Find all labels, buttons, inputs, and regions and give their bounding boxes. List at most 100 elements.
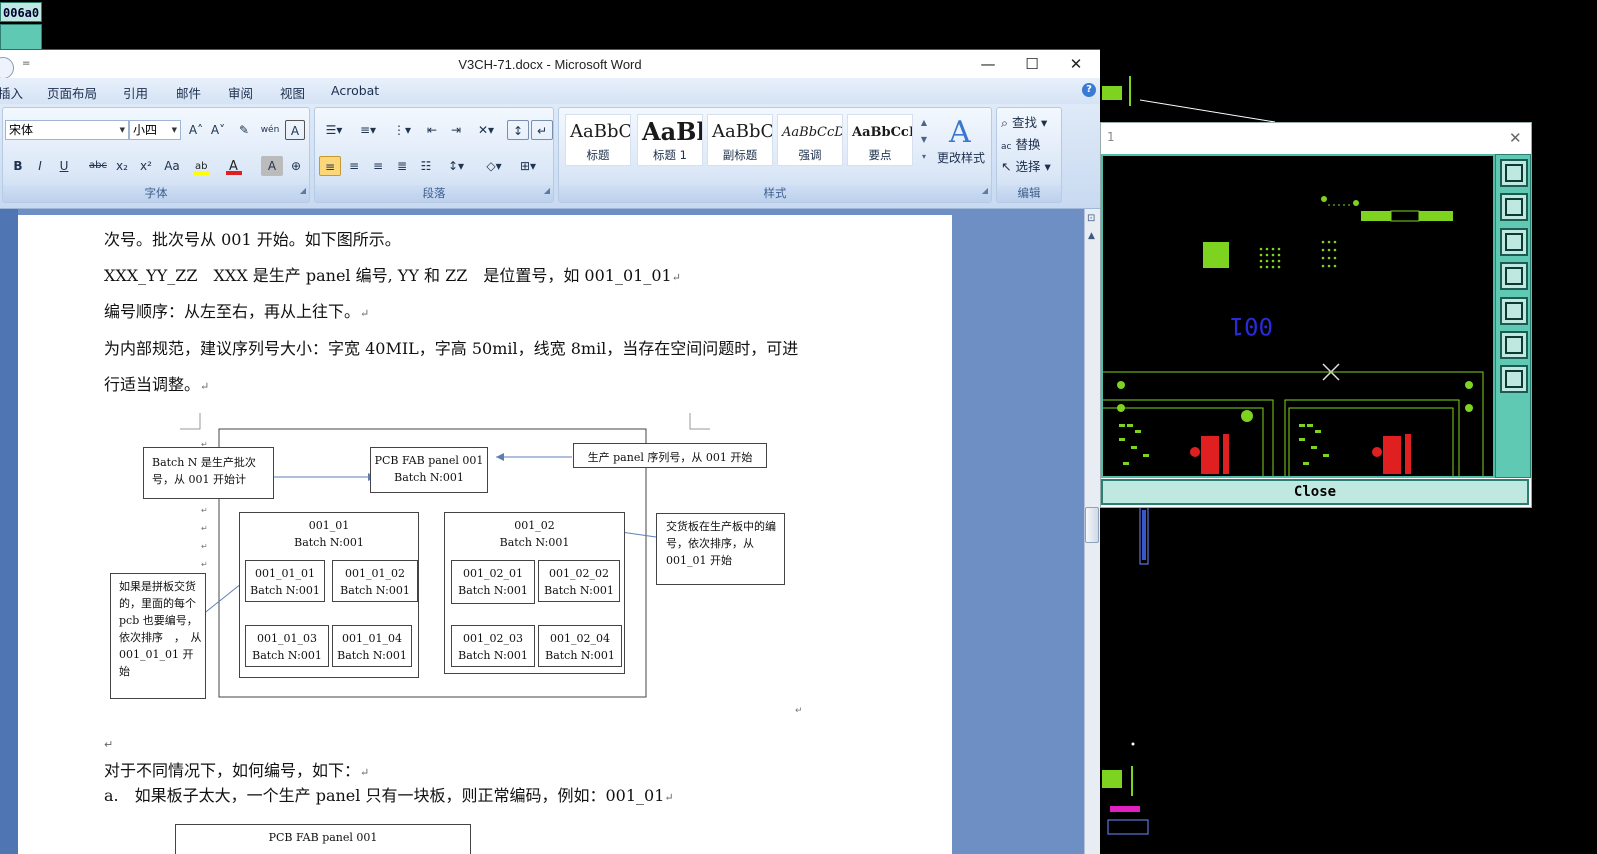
grow-font-button[interactable]: A˄ [185,120,207,140]
change-styles-button[interactable]: A 更改样式 [933,112,989,182]
tab-review[interactable]: 审阅 [228,83,253,102]
style-preview: AaBbC [570,121,631,142]
subscript-button[interactable]: x₂ [111,156,133,176]
style-emphasis[interactable]: AaBbCcD 强调 [777,114,843,166]
title-bar: = V3CH-71.docx - Microsoft Word — ☐ ✕ [0,49,1100,79]
sort-icon[interactable]: ↕ [507,120,529,140]
bold-button[interactable]: B [7,156,29,176]
justify-icon[interactable]: ≣ [391,156,413,176]
enclose-char-icon[interactable]: ⊕ [285,156,307,176]
dialog-launcher-icon[interactable]: ◢ [982,182,988,199]
style-subtitle[interactable]: AaBbC 副标题 [707,114,773,166]
style-heading-1[interactable]: AaBl 标题 1 [637,114,703,166]
char-shading-icon[interactable]: A [261,156,283,176]
pcb-box: 001_01_04 Batch N:001 [332,625,412,667]
pcb-note-box: 如果是拼板交货的，里面的每个 pcb 也要编号，依次排序 ， 从 001_01_… [110,573,206,699]
tab-acrobat[interactable]: Acrobat [331,83,379,98]
style-preview: AaBl [642,117,703,146]
underline-button[interactable]: U [53,156,75,176]
help-icon[interactable]: ? [1082,83,1096,97]
italic-button[interactable]: I [29,156,51,176]
phonetic-guide-icon[interactable]: wén [259,120,281,140]
change-case-button[interactable]: Aa [161,156,183,176]
zoom-in-icon[interactable] [1500,159,1528,187]
font-group: 宋体 ▼ 小四 ▼ A˄ A˅ ✎ wén A B I U abc x₂ x² Aa… [2,107,310,203]
doc-line-4: 为内部规范，建议序列号大小：字宽 40MIL，字高 50mil，线宽 8mil，… [104,339,799,358]
tab-references[interactable]: 引用 [123,83,148,102]
pan-left-icon[interactable] [1500,262,1528,290]
font-size-combo[interactable]: 小四 ▼ [129,120,181,140]
pcb-box: 001_02_01 Batch N:001 [451,560,535,604]
binoculars-icon: ⌕ [1001,115,1009,130]
increase-indent-icon[interactable]: ⇥ [445,120,467,140]
shrink-font-button[interactable]: A˅ [207,120,229,140]
style-strong[interactable]: AaBbCcD 要点 [847,114,913,166]
cad-close-icon[interactable]: ✕ [1509,129,1522,147]
tab-mailings[interactable]: 邮件 [176,83,201,102]
asian-layout-icon[interactable]: ✕▾ [471,120,501,140]
tab-insert[interactable]: 插入 [0,83,23,102]
panel-box: PCB FAB panel 001 Batch N:001 [370,447,488,493]
pcb-preview-drawing: 001 [1103,196,1484,476]
style-name: 标题 1 [653,148,687,162]
minimize-button[interactable]: — [966,50,1010,79]
zoom-fit-icon[interactable] [1500,331,1528,359]
scroll-up-icon[interactable]: ▲ [1088,231,1095,241]
dialog-launcher-icon[interactable]: ◢ [300,182,306,199]
doc-line-1: 次号。批次号从 001 开始。如下图所示。 [104,230,401,249]
tab-view[interactable]: 视图 [280,83,305,102]
close-button[interactable]: ✕ [1054,50,1098,79]
align-right-icon[interactable]: ≡ [367,156,389,176]
decrease-indent-icon[interactable]: ⇤ [421,120,443,140]
bottom-panel-box: PCB FAB panel 001 [175,824,471,854]
pan-right-icon[interactable] [1500,297,1528,325]
doc-line-3: 编号顺序：从左至右，再从上往下。↵ [104,302,370,321]
superscript-button[interactable]: x² [135,156,157,176]
pcb-box: 001_02_02 Batch N:001 [538,560,620,602]
strikethrough-button[interactable]: abc [87,156,109,176]
cad-titlebar: 1 ✕ [1101,123,1531,153]
highlight-color-icon[interactable]: ab [193,157,213,175]
align-center-icon[interactable]: ≡ [343,156,365,176]
cad-fragment-bottom [1100,740,1160,840]
style-name: 强调 [798,148,822,162]
dialog-launcher-icon[interactable]: ◢ [544,182,550,199]
shading-icon[interactable]: ◇▾ [479,156,509,176]
font-name-combo[interactable]: 宋体 ▼ [5,120,129,140]
cad-preview[interactable]: 001 [1101,154,1495,478]
line-spacing-icon[interactable]: ↕▾ [441,156,471,176]
close-button[interactable]: Close [1101,479,1529,505]
cad-toolbar [1495,154,1531,478]
style-title[interactable]: AaBbC 标题 [565,114,631,166]
char-border-icon[interactable]: A [285,120,305,140]
scrollbar-thumb[interactable] [1085,507,1099,543]
font-color-icon[interactable]: A [225,157,245,175]
style-name: 标题 [586,148,610,162]
pan-down-icon[interactable] [1500,228,1528,256]
borders-icon[interactable]: ⊞▾ [513,156,543,176]
numbering-icon[interactable]: ≡▾ [353,120,383,140]
maximize-button[interactable]: ☐ [1010,50,1054,79]
document-page[interactable]: 次号。批次号从 001 开始。如下图所示。 XXX_YY_ZZ XXX 是生产 … [18,215,952,854]
find-button[interactable]: ⌕ 查找 ▾ [1001,112,1047,131]
clear-format-icon[interactable]: ✎ [233,120,255,140]
multilevel-list-icon[interactable]: ⋮▾ [387,120,417,140]
left-margin [0,209,18,854]
font-name-value: 宋体 [9,123,34,137]
ruler-toggle-icon[interactable]: ⊡ [1087,213,1095,224]
align-left-icon[interactable]: ≡ [319,156,341,176]
replace-button[interactable]: ac 替换 [1001,134,1040,153]
pcb-box: 001_02_04 Batch N:001 [538,625,622,667]
tab-page-layout[interactable]: 页面布局 [47,83,97,102]
bullets-icon[interactable]: ☰▾ [319,120,349,140]
select-button[interactable]: ↖ 选择 ▾ [1001,156,1051,175]
zoom-out-icon[interactable] [1500,365,1528,393]
pcb-box: 001_01_02 Batch N:001 [332,560,418,602]
show-marks-icon[interactable]: ↵ [531,120,553,140]
ribbon: 宋体 ▼ 小四 ▼ A˄ A˅ ✎ wén A B I U abc x₂ x² Aa… [0,104,1100,209]
paragraph-group: ☰▾ ≡▾ ⋮▾ ⇤ ⇥ ✕▾ ↕ ↵ ≡ ≡ ≡ ≣ ☷ ↕▾ ◇▾ ⊞▾ 段… [314,107,554,203]
pan-up-icon[interactable] [1500,193,1528,221]
cad-fragment-vertical [1139,505,1149,566]
distributed-icon[interactable]: ☷ [415,156,437,176]
styles-scroll-icon[interactable]: ▲ ▼ ▾ [917,114,931,166]
